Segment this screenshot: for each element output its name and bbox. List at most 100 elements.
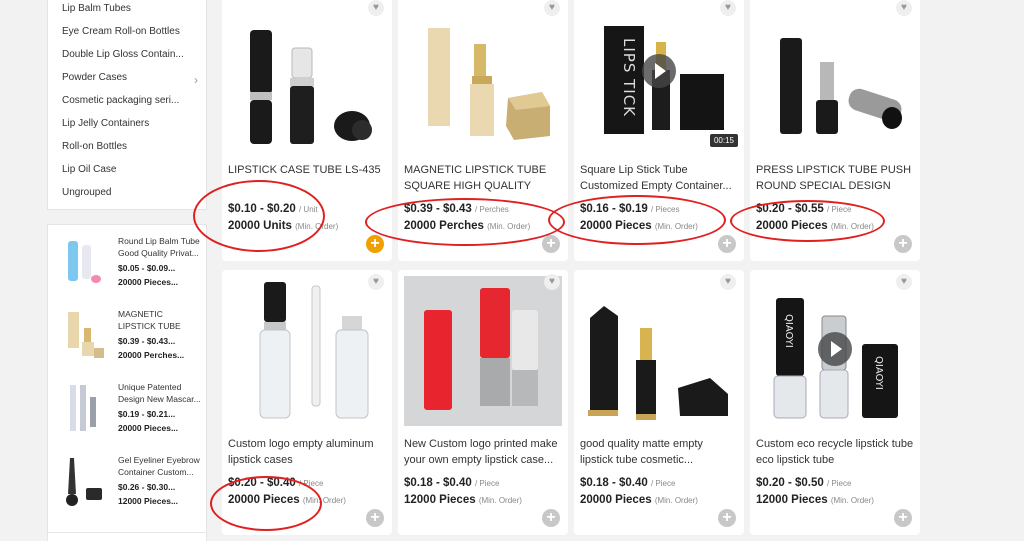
play-icon[interactable]	[642, 54, 676, 88]
play-icon[interactable]	[818, 332, 852, 366]
product-card[interactable]: QIAOYI QIAOYI ♥ Custom eco recycle lipst…	[750, 270, 920, 535]
product-min-order: 20000 Pieces (Min. Order)	[580, 494, 698, 506]
chevron-right-icon[interactable]: ›	[194, 73, 198, 87]
box-printed-text: LIPS TICK	[620, 38, 638, 117]
sidebar-product-name: Unique Patented Design New Mascar...	[118, 382, 201, 404]
product-title[interactable]: PRESS LIPSTICK TUBE PUSH ROUND SPECIAL D…	[756, 162, 914, 194]
price-unit: / Piece	[826, 479, 852, 488]
product-image	[228, 2, 386, 152]
product-card[interactable]: LIPS TICK 00:15 ♥ Square Lip Stick Tube …	[574, 0, 744, 261]
product-card[interactable]: ♥ New Custom logo printed make your own …	[398, 270, 568, 535]
add-icon[interactable]: +	[542, 509, 560, 527]
add-icon[interactable]: +	[894, 235, 912, 253]
product-price: $0.20 - $0.55 / Piece	[756, 203, 852, 215]
sidebar-product-name: Round Lip Balm Tube Good Quality Privat.…	[118, 236, 200, 258]
product-title[interactable]: MAGNETIC LIPSTICK TUBE SQUARE HIGH QUALI…	[404, 162, 562, 194]
min-order-label: (Min. Order)	[654, 222, 698, 231]
sidebar-product-name: MAGNETIC LIPSTICK TUBE SQUARE HIG...	[118, 309, 181, 331]
product-price: $0.10 - $0.20 / Unit	[228, 203, 318, 215]
product-min-order: 12000 Pieces (Min. Order)	[756, 494, 874, 506]
sidebar-product-price: $0.26 - $0.30...	[118, 482, 176, 492]
product-price: $0.18 - $0.40 / Piece	[404, 477, 500, 489]
category-item-lip-jelly[interactable]: Lip Jelly Containers	[62, 118, 187, 129]
min-order-label: (Min. Order)	[830, 222, 874, 231]
product-thumbnail	[66, 458, 102, 506]
sidebar-product[interactable]: Round Lip Balm Tube Good Quality Privat.…	[48, 235, 206, 305]
product-printed-text: QIAOYI	[873, 356, 884, 390]
product-price: $0.20 - $0.40 / Piece	[228, 477, 324, 489]
category-item-roll-on[interactable]: Roll-on Bottles	[62, 141, 187, 152]
product-card[interactable]: ♥ Custom logo empty aluminum lipstick ca…	[222, 270, 392, 535]
product-title[interactable]: good quality matte empty lipstick tube c…	[580, 436, 738, 468]
category-item-lip-balm-tubes[interactable]: Lip Balm Tubes	[62, 3, 187, 14]
price-unit: / Piece	[650, 479, 676, 488]
min-order-label: (Min. Order)	[830, 496, 874, 505]
heart-icon[interactable]: ♥	[544, 274, 560, 290]
product-title[interactable]: Custom logo empty aluminum lipstick case…	[228, 436, 386, 468]
add-icon[interactable]: +	[718, 509, 736, 527]
heart-icon[interactable]: ♥	[544, 0, 560, 16]
sidebar-product-list: Round Lip Balm Tube Good Quality Privat.…	[47, 224, 207, 541]
heart-icon[interactable]: ♥	[368, 0, 384, 16]
price-unit: / Perches	[474, 205, 509, 214]
category-item-eye-cream[interactable]: Eye Cream Roll-on Bottles	[62, 26, 187, 37]
product-price: $0.18 - $0.40 / Piece	[580, 477, 676, 489]
product-price: $0.20 - $0.50 / Piece	[756, 477, 852, 489]
product-min-order: 20000 Pieces (Min. Order)	[228, 494, 346, 506]
add-icon[interactable]: +	[542, 235, 560, 253]
product-image	[756, 2, 914, 152]
sidebar-product-price: $0.05 - $0.09...	[118, 263, 176, 273]
product-title[interactable]: Custom eco recycle lipstick tube eco lip…	[756, 436, 914, 468]
add-icon[interactable]: +	[366, 235, 384, 253]
category-item-cosmetic-packaging[interactable]: Cosmetic packaging seri...	[62, 95, 187, 106]
product-price: $0.39 - $0.43 / Perches	[404, 203, 509, 215]
category-item-ungrouped[interactable]: Ungrouped	[62, 187, 187, 198]
price-unit: / Unit	[298, 205, 318, 214]
heart-icon[interactable]: ♥	[896, 0, 912, 16]
heart-icon[interactable]: ♥	[720, 0, 736, 16]
product-title[interactable]: New Custom logo printed make your own em…	[404, 436, 562, 468]
product-image	[404, 2, 562, 152]
video-duration: 00:15	[709, 134, 738, 147]
product-thumbnail	[68, 312, 104, 358]
product-thumbnail	[70, 385, 96, 431]
product-title[interactable]: LIPSTICK CASE TUBE LS-435	[228, 162, 386, 194]
add-icon[interactable]: +	[718, 235, 736, 253]
price-unit: / Piece	[474, 479, 500, 488]
sidebar-product-order: 20000 Perches...	[118, 350, 185, 360]
sidebar-product[interactable]: MAGNETIC LIPSTICK TUBE SQUARE HIG... $0.…	[48, 308, 206, 378]
add-icon[interactable]: +	[366, 509, 384, 527]
min-order-label: (Min. Order)	[302, 496, 346, 505]
product-card[interactable]: ♥ PRESS LIPSTICK TUBE PUSH ROUND SPECIAL…	[750, 0, 920, 261]
sidebar-product-name: Gel Eyeliner Eyebrow Container Custom...	[118, 455, 200, 477]
price-unit: / Pieces	[650, 205, 680, 214]
product-min-order: 12000 Pieces (Min. Order)	[404, 494, 522, 506]
product-card[interactable]: ♥ LIPSTICK CASE TUBE LS-435 $0.10 - $0.2…	[222, 0, 392, 261]
product-card[interactable]: ♥ good quality matte empty lipstick tube…	[574, 270, 744, 535]
category-item-powder-cases[interactable]: Powder Cases	[62, 72, 187, 83]
sidebar-scroll-track	[48, 532, 206, 533]
category-item-lip-oil[interactable]: Lip Oil Case	[62, 164, 187, 175]
sidebar-product-price: $0.19 - $0.21...	[118, 409, 176, 419]
price-unit: / Piece	[826, 205, 852, 214]
product-thumbnail	[68, 241, 101, 283]
product-min-order: 20000 Pieces (Min. Order)	[756, 220, 874, 232]
min-order-label: (Min. Order)	[478, 496, 522, 505]
heart-icon[interactable]: ♥	[896, 274, 912, 290]
category-list: Lip Balm Tubes Eye Cream Roll-on Bottles…	[47, 0, 207, 210]
sidebar-product[interactable]: Unique Patented Design New Mascar... $0.…	[48, 381, 206, 451]
product-listing-page: Lip Balm Tubes Eye Cream Roll-on Bottles…	[0, 0, 1024, 541]
add-icon[interactable]: +	[894, 509, 912, 527]
product-min-order: 20000 Perches (Min. Order)	[404, 220, 531, 232]
product-image	[580, 276, 738, 426]
sidebar-product-order: 12000 Pieces...	[118, 496, 179, 506]
category-item-double-lip-gloss[interactable]: Double Lip Gloss Contain...	[62, 49, 187, 60]
product-min-order: 20000 Pieces (Min. Order)	[580, 220, 698, 232]
product-card[interactable]: ♥ MAGNETIC LIPSTICK TUBE SQUARE HIGH QUA…	[398, 0, 568, 261]
heart-icon[interactable]: ♥	[368, 274, 384, 290]
price-unit: / Piece	[298, 479, 324, 488]
sidebar-product[interactable]: Gel Eyeliner Eyebrow Container Custom...…	[48, 454, 206, 524]
product-title[interactable]: Square Lip Stick Tube Customized Empty C…	[580, 162, 738, 194]
heart-icon[interactable]: ♥	[720, 274, 736, 290]
min-order-label: (Min. Order)	[295, 222, 339, 231]
